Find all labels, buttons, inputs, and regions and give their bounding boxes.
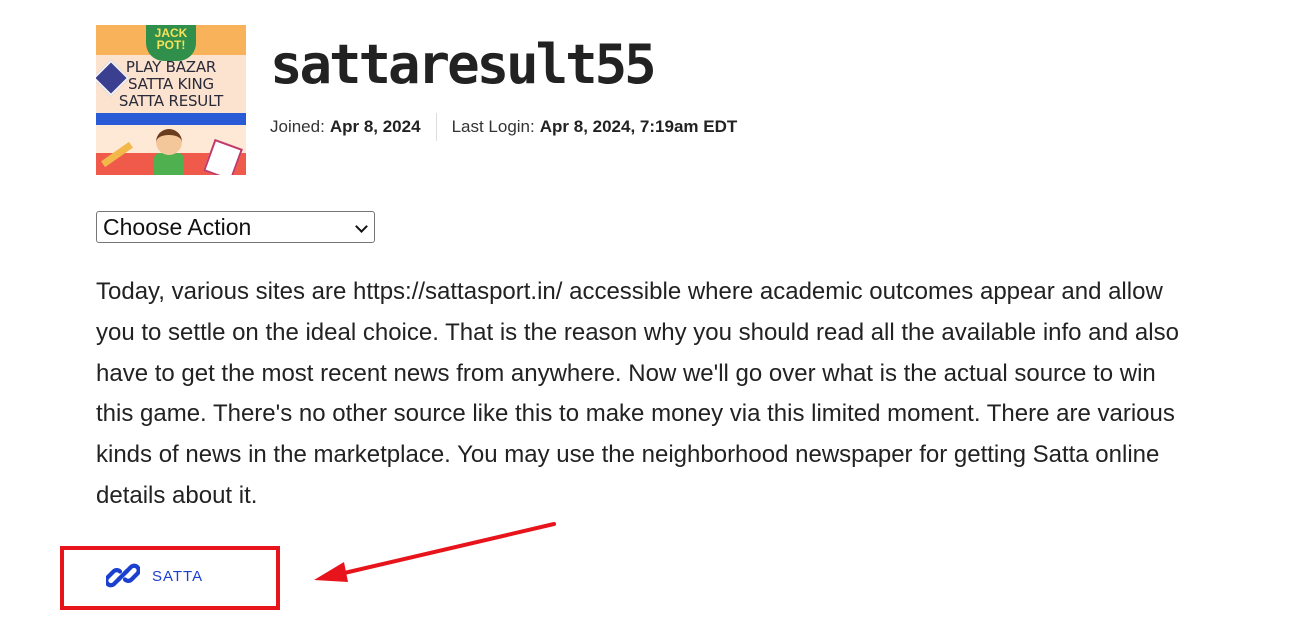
choose-action-select[interactable]: Choose Action [96, 211, 375, 243]
chevron-down-icon [355, 220, 368, 233]
avatar-badge-line: POT! [156, 38, 186, 52]
last-login-label: Last Login: [451, 117, 535, 136]
last-login-info: Last Login: Apr 8, 2024, 7:19am EDT [452, 117, 738, 137]
avatar-blue-stripe [96, 113, 246, 125]
avatar-caption-line2: SATTA KING [128, 75, 214, 93]
joined-info: Joined: Apr 8, 2024 [270, 117, 421, 137]
profile-username: sattaresult55 [270, 33, 657, 96]
avatar-caption: PLAY BAZAR SATTA KING SATTA RESULT [96, 59, 246, 110]
last-login-date: Apr 8, 2024, 7:19am EDT [539, 117, 738, 136]
choose-action-value: Choose Action [103, 213, 252, 240]
profile-page: JACK POT! PLAY BAZAR SATTA KING SATTA RES… [0, 0, 1303, 641]
meta-divider [435, 113, 437, 141]
website-link[interactable]: SATTA [106, 560, 203, 592]
joined-label: Joined: [270, 117, 325, 136]
website-link-label: SATTA [152, 567, 204, 585]
avatar-caption-line1: PLAY BAZAR [125, 58, 217, 76]
annotation-arrow-icon [314, 522, 556, 582]
profile-avatar: JACK POT! PLAY BAZAR SATTA KING SATTA RES… [96, 25, 246, 175]
link-icon [106, 560, 140, 592]
avatar-jackpot-badge: JACK POT! [146, 25, 196, 61]
joined-date: Apr 8, 2024 [329, 117, 421, 136]
avatar-kid-body [154, 153, 184, 175]
profile-bio: Today, various sites are https://sattasp… [96, 278, 1179, 509]
profile-meta: Joined: Apr 8, 2024 Last Login: Apr 8, 2… [270, 113, 737, 141]
avatar-caption-line3: SATTA RESULT [118, 92, 224, 110]
avatar-kid-head [156, 129, 182, 155]
